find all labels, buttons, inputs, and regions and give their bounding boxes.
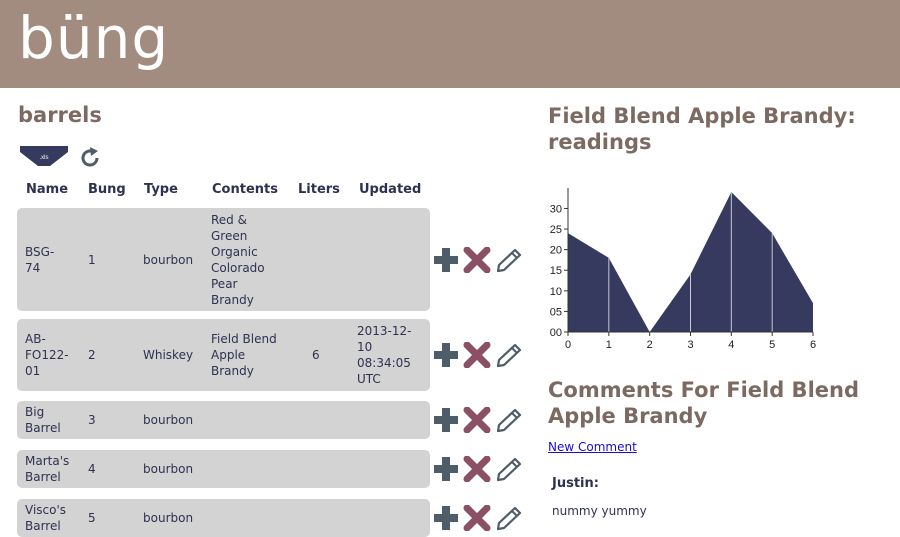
cell-type: bourbon — [143, 511, 194, 525]
column-header-updated[interactable]: Updated — [359, 182, 421, 197]
cell-type: bourbon — [143, 413, 194, 427]
row-actions — [433, 247, 525, 273]
plus-icon[interactable] — [433, 505, 459, 531]
x-tick-label: 0 — [565, 339, 571, 350]
x-tick-label: 1 — [606, 339, 612, 350]
svg-text:.xls: .xls — [40, 155, 49, 161]
readings-chart: 00 05 10 15 20 25 30 0 1 2 3 4 5 6 — [550, 188, 816, 350]
y-tick-label: 15 — [550, 265, 562, 277]
barrels-table-header: Name Bung Type Contents Liters Updated — [18, 182, 438, 200]
table-row[interactable]: Big Barrel 3 bourbon — [17, 401, 430, 439]
x-icon[interactable] — [463, 505, 491, 531]
cell-name: AB- FO122- 01 — [25, 332, 69, 378]
xls-download-icon[interactable]: .xls — [20, 146, 68, 168]
pencil-icon[interactable] — [495, 407, 523, 433]
table-row[interactable]: Marta's Barrel 4 bourbon — [17, 450, 430, 488]
y-tick-label: 25 — [550, 224, 562, 236]
cell-liters: 6 — [312, 348, 320, 362]
y-tick-label: 00 — [550, 327, 562, 339]
pencil-icon[interactable] — [495, 342, 523, 368]
comment-author: Justin: — [552, 476, 599, 491]
column-header-name[interactable]: Name — [26, 182, 68, 197]
pencil-icon[interactable] — [495, 456, 523, 482]
cell-bung: 4 — [88, 462, 96, 476]
cell-bung: 5 — [88, 511, 96, 525]
table-row[interactable]: BSG- 74 1 bourbon Red & Green Organic Color… — [17, 208, 430, 311]
y-tick-label: 30 — [550, 203, 562, 215]
plus-icon[interactable] — [433, 342, 459, 368]
y-tick-label: 10 — [550, 286, 562, 298]
x-icon[interactable] — [463, 342, 491, 368]
column-header-bung[interactable]: Bung — [88, 182, 126, 197]
app-logo[interactable]: büng — [18, 2, 169, 74]
cell-type: Whiskey — [143, 348, 194, 362]
x-tick-label: 2 — [647, 339, 653, 350]
column-header-contents[interactable]: Contents — [212, 182, 278, 197]
cell-type: bourbon — [143, 462, 194, 476]
cell-name: BSG- 74 — [25, 245, 55, 275]
row-actions — [433, 505, 525, 531]
new-comment-link[interactable]: New Comment — [548, 440, 637, 454]
row-actions — [433, 342, 525, 368]
refresh-icon[interactable] — [78, 146, 102, 170]
y-tick-label: 20 — [550, 245, 562, 257]
x-tick-label: 4 — [728, 339, 734, 350]
x-tick-label: 3 — [687, 339, 693, 350]
comment-text: nummy yummy — [552, 504, 647, 518]
plus-icon[interactable] — [433, 456, 459, 482]
column-header-liters[interactable]: Liters — [298, 182, 340, 197]
cell-bung: 1 — [88, 253, 96, 267]
barrels-title: barrels — [18, 103, 102, 127]
table-row[interactable]: Visco's Barrel 5 bourbon — [17, 499, 430, 537]
comments-title: Comments For Field Blend Apple Brandy — [548, 378, 859, 428]
readings-title: Field Blend Apple Brandy: readings — [548, 104, 856, 154]
pencil-icon[interactable] — [495, 505, 523, 531]
x-tick-label: 5 — [769, 339, 775, 350]
row-actions — [433, 456, 525, 482]
y-tick-label: 05 — [550, 306, 562, 318]
plus-icon[interactable] — [433, 247, 459, 273]
column-header-type[interactable]: Type — [144, 182, 178, 197]
cell-name: Big Barrel — [25, 405, 61, 435]
pencil-icon[interactable] — [495, 247, 523, 273]
cell-updated: 2013-12- 10 08:34:05 UTC — [357, 324, 412, 386]
plus-icon[interactable] — [433, 407, 459, 433]
cell-type: bourbon — [143, 253, 194, 267]
table-row[interactable]: AB- FO122- 01 2 Whiskey Field Blend Apple B… — [17, 319, 430, 391]
cell-contents: Field Blend Apple Brandy — [211, 332, 277, 378]
cell-bung: 3 — [88, 413, 96, 427]
x-tick-label: 6 — [810, 339, 816, 350]
cell-name: Visco's Barrel — [25, 503, 67, 533]
cell-name: Marta's Barrel — [25, 454, 70, 484]
x-icon[interactable] — [463, 456, 491, 482]
app-header: büng — [0, 0, 900, 88]
x-icon[interactable] — [463, 407, 491, 433]
cell-bung: 2 — [88, 348, 96, 362]
row-actions — [433, 407, 525, 433]
x-icon[interactable] — [463, 247, 491, 273]
cell-contents: Red & Green Organic Colorado Pear Brandy — [211, 213, 265, 307]
